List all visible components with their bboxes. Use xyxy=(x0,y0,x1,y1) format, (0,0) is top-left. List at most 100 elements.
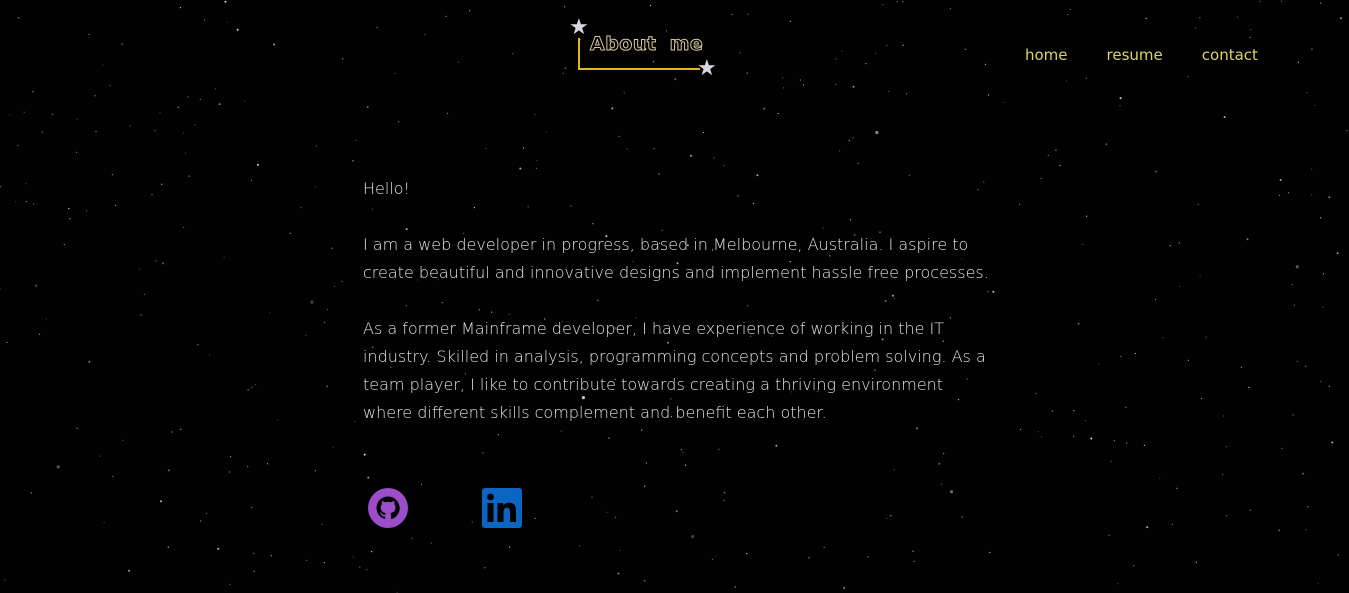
nav-link-home[interactable]: home xyxy=(1025,46,1068,64)
star-dot xyxy=(1090,437,1093,440)
github-link[interactable] xyxy=(367,487,409,529)
star-dot xyxy=(300,207,302,209)
star-dot xyxy=(746,72,748,74)
star-dot xyxy=(0,288,1,290)
star-dot xyxy=(30,492,32,494)
star-dot xyxy=(713,157,715,159)
star-dot xyxy=(723,491,726,494)
star-dot xyxy=(835,58,837,60)
about-content: Hello! I am a web developer in progress,… xyxy=(363,175,993,455)
star-dot xyxy=(1331,441,1334,444)
star-dot xyxy=(802,84,805,86)
star-dot xyxy=(523,147,525,149)
nav-link-resume[interactable]: resume xyxy=(1107,46,1163,64)
star-dot xyxy=(1113,440,1115,442)
star-dot xyxy=(1236,16,1238,18)
star-dot xyxy=(95,130,97,133)
star-dot xyxy=(852,137,854,139)
star-dot xyxy=(430,542,432,544)
star-dot xyxy=(1340,17,1342,20)
star-dot xyxy=(9,114,11,116)
star-dot xyxy=(618,135,620,137)
star-dot xyxy=(1169,245,1171,247)
star-dot xyxy=(848,140,850,142)
star-dot xyxy=(1143,444,1145,446)
star-dot xyxy=(1146,526,1149,529)
star-dot xyxy=(519,167,522,170)
star-dot xyxy=(617,572,620,575)
star-dot xyxy=(653,148,655,150)
star-dot xyxy=(253,570,255,572)
star-dot xyxy=(206,512,208,514)
star-dot xyxy=(251,386,253,388)
page: ★ About me ★ home resume contact Hello! … xyxy=(0,0,1349,593)
star-dot xyxy=(218,103,221,106)
star-dot xyxy=(1223,116,1226,118)
star-dot xyxy=(333,285,336,287)
star-dot xyxy=(331,247,333,249)
star-dot xyxy=(160,500,163,503)
star-dot xyxy=(619,549,621,552)
star-dot xyxy=(857,162,859,164)
star-dot xyxy=(394,72,396,74)
star-dot xyxy=(988,94,990,96)
star-dot xyxy=(376,27,378,29)
star-dot xyxy=(1126,442,1128,444)
star-dot xyxy=(223,256,225,258)
star-dot xyxy=(224,0,227,3)
star-dot xyxy=(25,183,27,185)
star-dot xyxy=(1337,554,1339,556)
linkedin-link[interactable] xyxy=(481,487,523,529)
star-dot xyxy=(485,148,487,150)
star-dot xyxy=(1194,27,1197,29)
star-dot xyxy=(88,33,90,36)
star-dot xyxy=(342,58,344,60)
star-dot xyxy=(217,547,220,550)
star-dot xyxy=(888,90,890,92)
star-dot xyxy=(170,431,173,433)
star-dot xyxy=(808,557,810,559)
star-dot xyxy=(1073,435,1075,437)
star-dot xyxy=(182,132,185,134)
star-dot xyxy=(675,510,678,513)
star-dot xyxy=(1305,365,1307,367)
star-dot xyxy=(99,455,101,457)
star-dot xyxy=(614,516,617,518)
star-dot xyxy=(645,462,648,464)
star-dot xyxy=(250,179,252,181)
star-dot xyxy=(1065,80,1068,82)
star-dot xyxy=(341,280,343,282)
star-dot xyxy=(912,550,914,552)
star-dot xyxy=(1222,415,1225,417)
star-dot xyxy=(484,567,486,569)
star-dot xyxy=(534,517,536,520)
star-dot xyxy=(1222,474,1224,476)
star-dot xyxy=(1117,583,1119,585)
star-dot xyxy=(155,260,157,262)
star-dot xyxy=(4,579,6,581)
star-dot xyxy=(88,360,91,363)
star-dot xyxy=(209,354,211,356)
star-dot xyxy=(23,111,25,113)
star-dot xyxy=(606,511,608,513)
star-dot xyxy=(1248,386,1250,389)
star-dot xyxy=(1125,406,1127,408)
star-dot xyxy=(200,520,202,522)
nav-link-contact[interactable]: contact xyxy=(1202,46,1258,64)
star-dot xyxy=(890,515,892,517)
star-dot xyxy=(691,535,695,539)
star-dot xyxy=(161,183,163,185)
star-dot xyxy=(1134,352,1136,355)
about-me-logo: ★ About me ★ xyxy=(566,16,726,84)
star-dot xyxy=(420,483,422,485)
star-dot xyxy=(69,218,71,220)
star-dot xyxy=(984,63,987,65)
star-dot xyxy=(184,152,187,154)
star-dot xyxy=(236,28,239,31)
star-dot xyxy=(1249,509,1251,511)
star-dot xyxy=(109,84,111,86)
star-dot xyxy=(1162,337,1164,339)
star-dot xyxy=(138,268,140,270)
star-dot xyxy=(1295,265,1299,269)
star-dot xyxy=(253,552,255,555)
